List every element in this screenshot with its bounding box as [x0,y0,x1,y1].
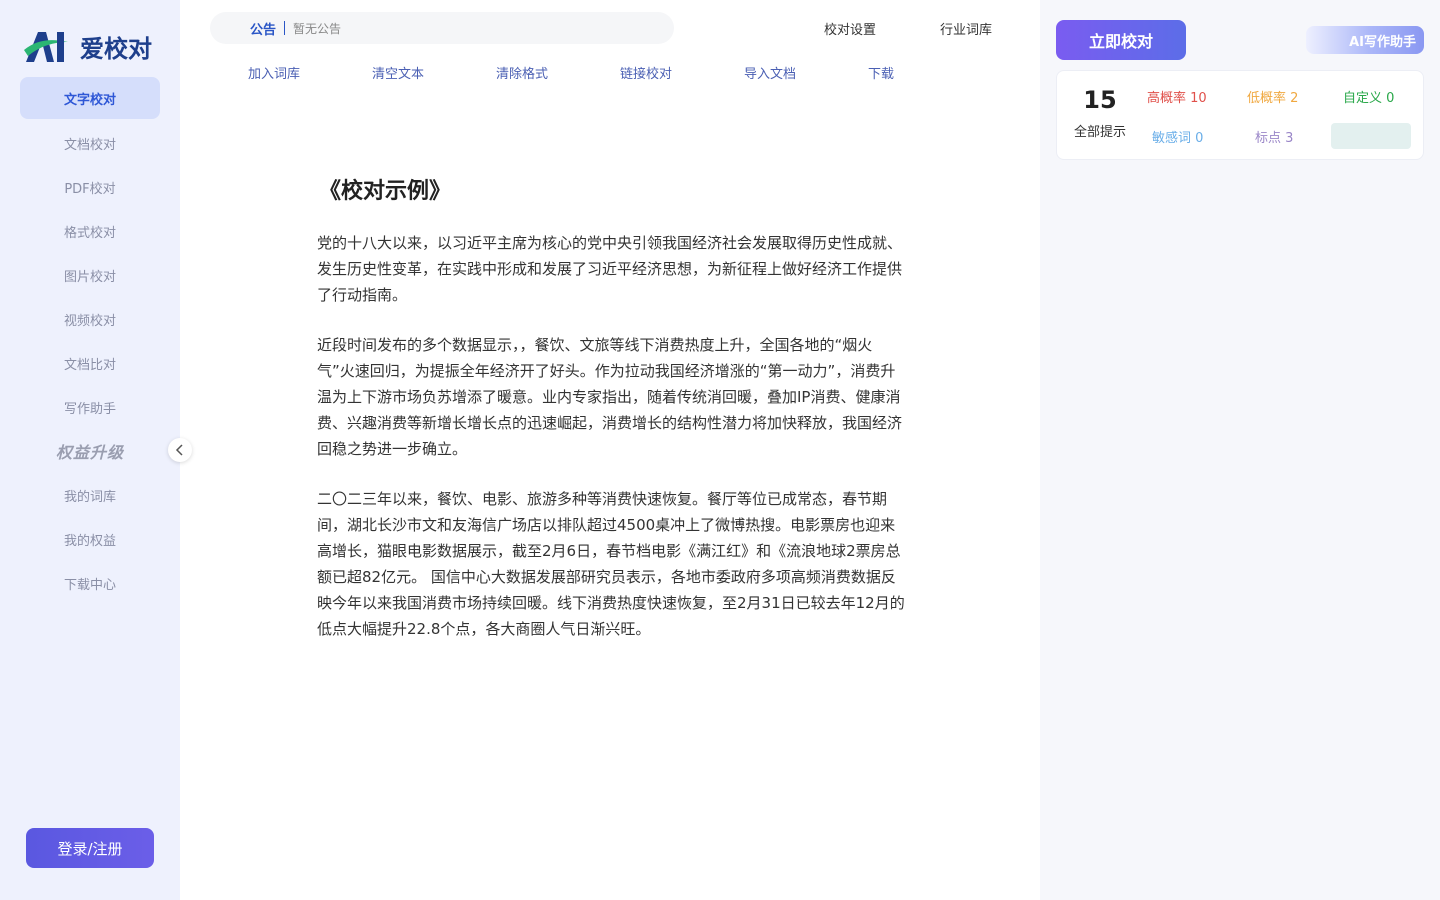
stat-total-label: 全部提示 [1073,125,1126,140]
notice-divider [284,21,286,35]
sidebar-item-video-check[interactable]: 视频校对 [20,297,160,341]
document-paragraph: 党的十八大以来，以习近平主席为核心的党中央引领我国经济社会发展取得历史性成就、发… [317,234,903,304]
document-editor[interactable]: 《校对示例》 党的十八大以来，以习近平主席为核心的党中央引领我国经济社会发展取得… [317,176,907,666]
sidebar-nav: 文字校对 文档校对 PDF校对 格式校对 图片校对 视频校对 文档比对 写作助手… [20,77,160,605]
stat-high-probability[interactable]: 高概率 10 [1147,87,1207,106]
sidebar-heading-upgrade: 权益升级 [55,443,124,462]
sidebar-collapse-button[interactable] [168,438,192,462]
download-button[interactable]: 下载 [868,63,894,82]
stat-punctuation[interactable]: 标点 3 [1255,127,1293,146]
industry-lexicon-link[interactable]: 行业词库 [940,19,992,38]
ai-writing-assistant-button[interactable]: AI写作助手 [1306,26,1424,54]
clear-format-button[interactable]: 清除格式 [496,63,548,82]
stat-total-count: 15 [1083,86,1117,114]
document-paragraph: 近段时间发布的多个数据显示，，餐饮、文旅等线下消费热度上升，全国各地的“烟火气”… [317,336,903,458]
sidebar-item-text-check[interactable]: 文字校对 [20,77,160,119]
notice-bar: 公告 暂无公告 [210,12,674,44]
stat-empty-slot [1331,123,1411,149]
stat-total[interactable]: 15 全部提示 [1057,83,1143,140]
clear-text-button[interactable]: 清空文本 [372,63,424,82]
logo[interactable]: 爱校对 [24,26,152,66]
import-doc-button[interactable]: 导入文档 [744,63,796,82]
result-panel: 立即校对 AI写作助手 15 全部提示 高概率 10 低概率 2 自定义 0 敏… [1040,0,1440,900]
sidebar-item-doc-check[interactable]: 文档校对 [20,121,160,165]
logo-icon [24,32,68,62]
sidebar-item-pdf-check[interactable]: PDF校对 [20,165,160,209]
sidebar-item-my-benefits[interactable]: 我的权益 [20,517,160,561]
notice-text: 暂无公告 [293,21,342,36]
notice-label: 公告 [250,22,277,38]
sidebar-item-image-check[interactable]: 图片校对 [20,253,160,297]
stat-custom[interactable]: 自定义 0 [1343,87,1394,106]
sidebar-item-my-lexicon[interactable]: 我的词库 [20,473,160,517]
document-paragraph: 二〇二三年以来，餐饮、电影、旅游多种等消费快速恢复。餐厅等位已成常态，春节期间，… [317,490,905,638]
sidebar-item-doc-compare[interactable]: 文档比对 [20,341,160,385]
sidebar: 爱校对 文字校对 文档校对 PDF校对 格式校对 图片校对 视频校对 文档比对 … [0,0,180,900]
add-lexicon-button[interactable]: 加入词库 [248,63,300,82]
link-check-button[interactable]: 链接校对 [620,63,672,82]
login-button[interactable]: 登录/注册 [26,828,154,868]
sidebar-item-format-check[interactable]: 格式校对 [20,209,160,253]
stat-sensitive-words[interactable]: 敏感词 0 [1152,127,1203,146]
stat-low-probability[interactable]: 低概率 2 [1247,87,1298,106]
sidebar-item-download-center[interactable]: 下载中心 [20,561,160,605]
chevron-left-icon [175,444,183,456]
check-settings-link[interactable]: 校对设置 [824,19,876,38]
stats-card: 15 全部提示 高概率 10 低概率 2 自定义 0 敏感词 0 标点 3 [1056,70,1424,160]
document-title: 《校对示例》 [319,179,452,204]
logo-text: 爱校对 [80,34,152,63]
sidebar-item-writing-assistant[interactable]: 写作助手 [20,385,160,429]
start-check-button[interactable]: 立即校对 [1056,20,1186,60]
